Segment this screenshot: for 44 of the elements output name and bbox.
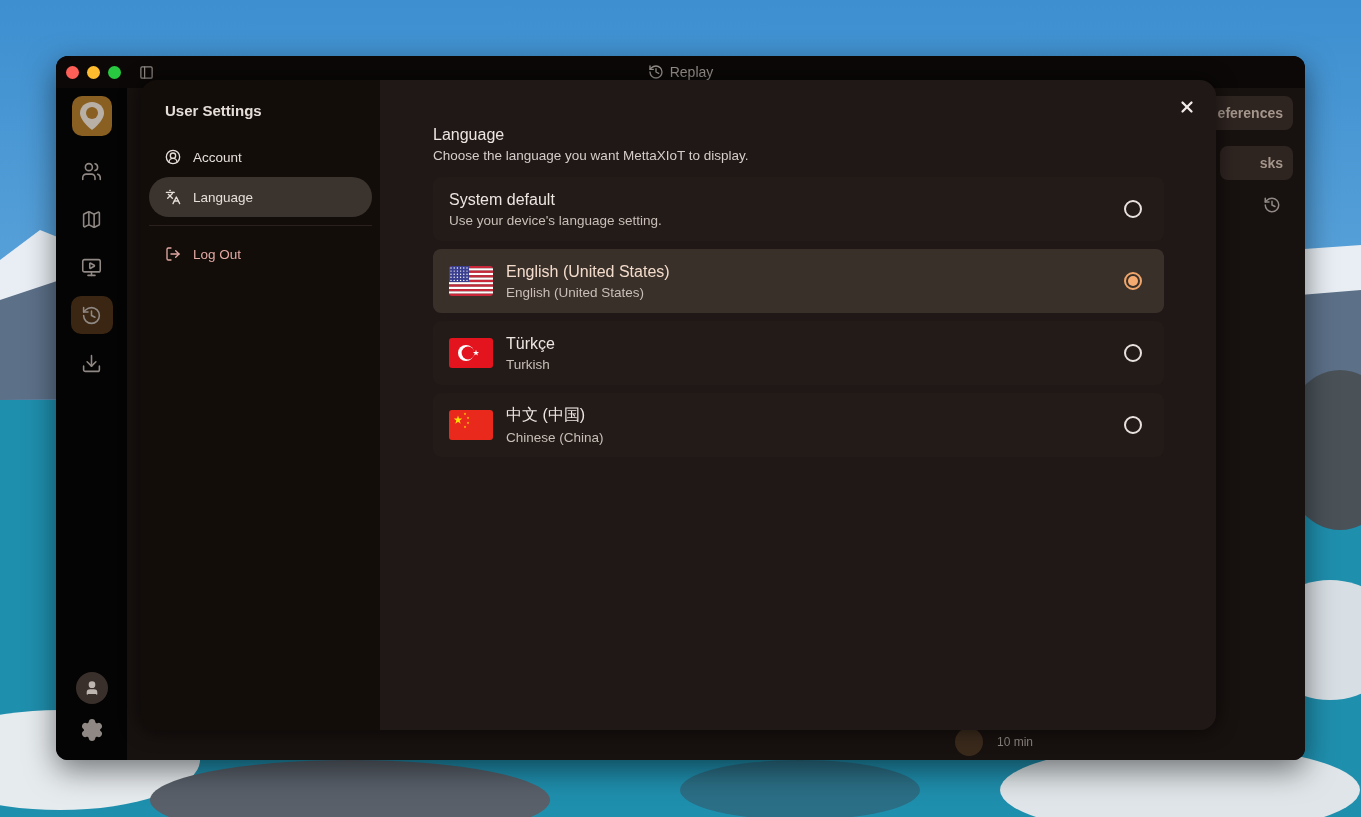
nav-item[interactable]: Account xyxy=(149,137,372,177)
duration-label: 10 min xyxy=(997,735,1034,749)
minimize-window-button[interactable] xyxy=(87,65,100,79)
language-name: System default xyxy=(449,190,556,209)
settings-icon[interactable] xyxy=(79,718,104,742)
us-flag-icon xyxy=(449,266,493,296)
chinese-flag-icon xyxy=(449,410,493,440)
user-avatar[interactable] xyxy=(75,672,108,704)
app-logo[interactable] xyxy=(71,96,112,136)
turkish-flag-icon xyxy=(449,338,493,368)
section-heading: Language xyxy=(433,126,506,144)
nav-item[interactable]: Log Out xyxy=(149,234,372,274)
language-name: 中文 (中国) xyxy=(506,405,587,425)
background-button[interactable]: sks xyxy=(1219,146,1293,180)
language-name: English (United States) xyxy=(506,262,671,281)
language-subtitle: Chinese (China) xyxy=(506,430,605,445)
close-window-button[interactable] xyxy=(66,65,79,79)
language-subtitle: Turkish xyxy=(506,356,551,372)
history-icon xyxy=(647,64,664,80)
sidebar-toggle-icon[interactable] xyxy=(139,64,154,80)
account-icon xyxy=(165,149,181,165)
users-icon[interactable] xyxy=(81,160,102,182)
language-option[interactable]: 中文 (中国) Chinese (China) xyxy=(433,393,1164,457)
language-name: Türkçe xyxy=(506,334,556,353)
map-pin-icon xyxy=(78,101,105,131)
language-option[interactable]: English (United States) English (United States) xyxy=(433,249,1164,313)
language-option[interactable]: System default Use your device's language setting. xyxy=(433,177,1164,241)
language-subtitle: Use your device's language setting. xyxy=(449,212,663,228)
history-icon[interactable] xyxy=(81,304,102,326)
item-avatar xyxy=(955,728,983,756)
language-subtitle: English (United States) xyxy=(506,284,646,300)
dialog-title: User Settings xyxy=(164,102,263,121)
maximize-window-button[interactable] xyxy=(108,65,121,79)
video-icon[interactable] xyxy=(81,256,102,278)
map-icon[interactable] xyxy=(81,208,102,230)
close-icon[interactable] xyxy=(1178,98,1196,116)
radio-button[interactable] xyxy=(1124,272,1142,290)
language-option[interactable]: Türkçe Turkish xyxy=(433,321,1164,385)
window-title: Replay xyxy=(669,64,714,80)
download-icon[interactable] xyxy=(81,352,102,374)
nav-item[interactable]: Language xyxy=(149,177,372,217)
section-description: Choose the language you want MettaXIoT to display. xyxy=(433,148,750,163)
log-out-icon xyxy=(165,246,181,262)
translate-icon xyxy=(165,189,181,205)
